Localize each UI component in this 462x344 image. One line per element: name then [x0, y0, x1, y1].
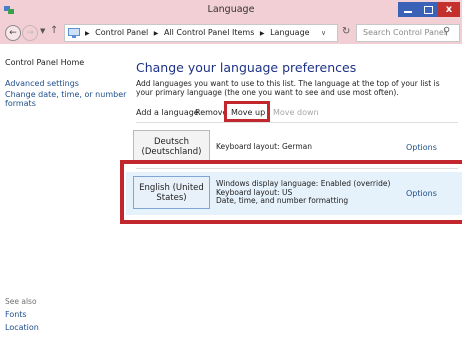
maximize-icon: [423, 6, 433, 14]
search-placeholder: Search Control Panel: [363, 28, 447, 37]
refresh-icon[interactable]: ↻: [342, 26, 350, 37]
window-title: Language: [207, 4, 255, 15]
breadcrumb-chevron-icon: ▶: [153, 30, 159, 37]
change-formats-link[interactable]: Change date, time, or number formats: [5, 90, 129, 108]
recent-pages-chevron-icon[interactable]: ▼: [40, 27, 45, 35]
language-button-deutsch[interactable]: Deutsch (Deutschland): [133, 130, 210, 163]
move-down-button[interactable]: Move down: [273, 108, 319, 117]
options-link-deutsch[interactable]: Options: [406, 143, 437, 152]
advanced-settings-link[interactable]: Advanced settings: [5, 79, 79, 88]
move-up-highlight: [224, 101, 270, 122]
page-description: Add languages you want to use to this li…: [136, 79, 440, 97]
english-row-highlight: [120, 160, 462, 224]
breadcrumb-language[interactable]: Language: [270, 28, 309, 37]
location-link[interactable]: Location: [5, 323, 39, 332]
remove-button[interactable]: Remove: [195, 108, 227, 117]
see-also-heading: See also: [5, 297, 37, 306]
language-name-line1: Deutsch: [154, 137, 189, 147]
search-field[interactable]: Search Control Panel ⚲: [356, 24, 460, 42]
minimize-icon: [404, 11, 412, 13]
breadcrumb: ▶ Control Panel ▶ All Control Panel Item…: [82, 28, 310, 37]
address-history-chevron-icon[interactable]: ∨: [321, 29, 326, 37]
breadcrumb-chevron-icon: ▶: [259, 30, 265, 37]
language-name-line2: (Deutschland): [141, 147, 202, 157]
add-language-button[interactable]: Add a language: [136, 108, 199, 117]
forward-button[interactable]: →: [22, 25, 38, 41]
address-field[interactable]: ▶ Control Panel ▶ All Control Panel Item…: [64, 24, 338, 42]
control-panel-icon: [68, 28, 80, 38]
page-title: Change your language preferences: [136, 60, 357, 75]
minimize-button[interactable]: [398, 2, 418, 17]
breadcrumb-all-items[interactable]: All Control Panel Items: [164, 28, 254, 37]
fonts-link[interactable]: Fonts: [5, 310, 27, 319]
breadcrumb-chevron-icon: ▶: [85, 30, 90, 37]
language-info-deutsch: Keyboard layout: German: [216, 142, 312, 152]
up-arrow-icon[interactable]: ↑: [50, 25, 58, 36]
search-icon[interactable]: ⚲: [443, 26, 450, 37]
toolbar-divider: [136, 122, 458, 123]
control-panel-home-link[interactable]: Control Panel Home: [5, 58, 84, 67]
back-button[interactable]: ←: [5, 25, 21, 41]
close-button[interactable]: x: [438, 2, 460, 17]
address-bar: ← → ▼ ↑ ▶ Control Panel ▶ All Control Pa…: [0, 22, 462, 44]
title-bar: Language x: [0, 0, 462, 22]
keyboard-layout-text: Keyboard layout: German: [216, 142, 312, 151]
breadcrumb-control-panel[interactable]: Control Panel: [95, 28, 148, 37]
maximize-button[interactable]: [418, 2, 438, 17]
language-window: Language x ← → ▼ ↑ ▶ Control Panel ▶ All…: [0, 0, 462, 344]
